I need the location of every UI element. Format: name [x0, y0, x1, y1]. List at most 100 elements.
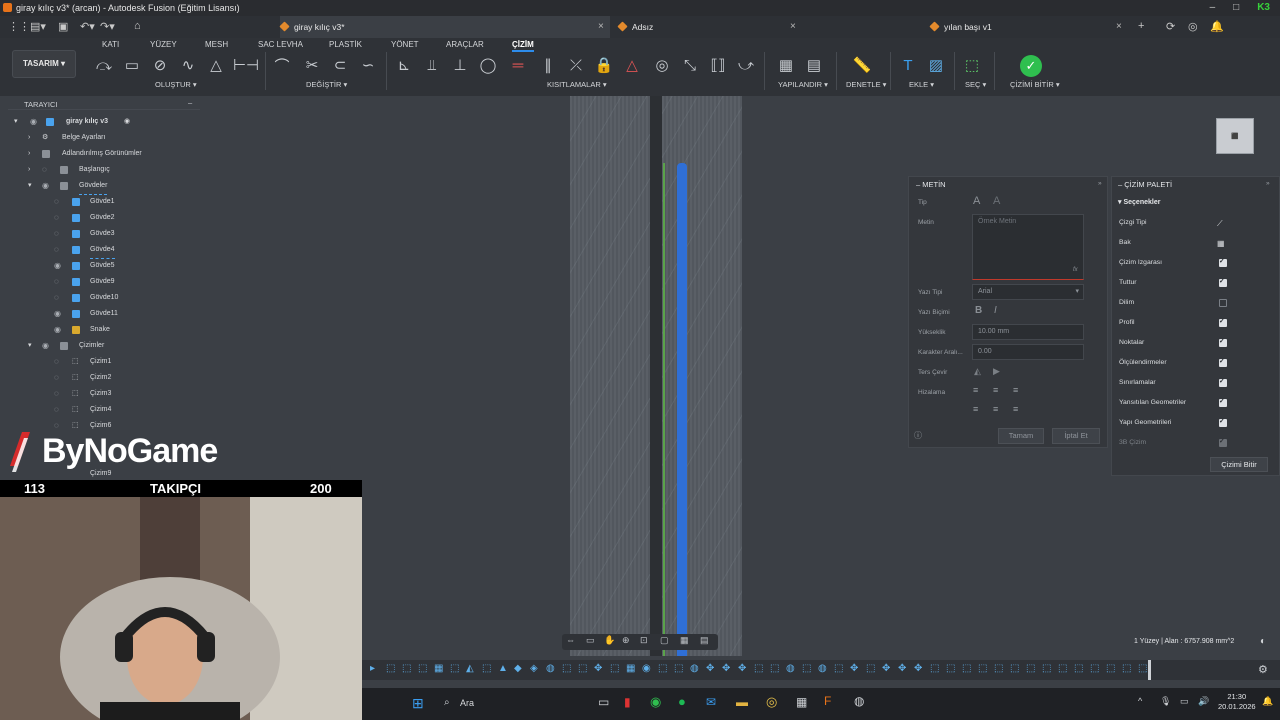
- circle-tool-icon[interactable]: ⊘: [150, 55, 170, 75]
- select-icon[interactable]: ⬚: [962, 55, 982, 75]
- apps-grid-icon[interactable]: ⋮⋮: [8, 20, 30, 33]
- timeline-feature-icon[interactable]: ⬚: [450, 663, 459, 674]
- measure-icon[interactable]: 📏: [852, 55, 872, 75]
- configure-table-icon[interactable]: ▤: [804, 55, 824, 75]
- jobs-icon[interactable]: ◎: [1188, 20, 1198, 33]
- height-input[interactable]: 10.00 mm: [972, 324, 1084, 340]
- visibility-eye-icon[interactable]: ◌: [54, 210, 59, 226]
- status-settings-icon[interactable]: ◐: [1260, 636, 1266, 647]
- configure-cube-icon[interactable]: ▦: [776, 55, 796, 75]
- visibility-eye-icon[interactable]: ◌: [42, 162, 47, 178]
- timeline-feature-icon[interactable]: ◭: [466, 663, 474, 674]
- visibility-eye-icon[interactable]: ◉: [42, 178, 49, 194]
- collinear-icon[interactable]: ⫫: [422, 55, 442, 75]
- tab-sac-levha[interactable]: SAC LEVHA: [258, 40, 303, 49]
- fusion-taskbar-icon[interactable]: F: [824, 694, 831, 708]
- timeline-feature-icon[interactable]: ⬚: [946, 663, 955, 674]
- view-cube-icon[interactable]: ⬛: [1216, 118, 1254, 154]
- insert-text-icon[interactable]: T: [898, 55, 918, 75]
- text-on-path-icon[interactable]: A: [993, 195, 1000, 207]
- visibility-eye-icon[interactable]: ◉: [42, 338, 49, 354]
- timeline-feature-icon[interactable]: ⬚: [1026, 663, 1035, 674]
- timeline-feature-icon[interactable]: ⬚: [658, 663, 667, 674]
- folder-icon[interactable]: ▬: [736, 695, 748, 709]
- timeline-bar[interactable]: ▸ ⬚ ⬚ ⬚ ▦ ⬚ ◭ ⬚ ▲ ◆ ◈ ◍ ⬚ ⬚ ✥ ⬚ ▦ ◉ ⬚ ⬚ ◍ ✥ ✥ ✥ ⬚ ⬚ ◍ ⬚ ◍ ⬚ ✥ ⬚ ✥ ✥ ✥ ⬚ ⬚ ⬚ ⬚ ⬚…: [362, 660, 1280, 680]
- viewports-icon[interactable]: ▤: [700, 635, 709, 646]
- timeline-feature-icon[interactable]: ⬚: [962, 663, 971, 674]
- timeline-marker[interactable]: [1148, 660, 1151, 680]
- timeline-feature-icon[interactable]: ⬚: [610, 663, 619, 674]
- timeline-feature-icon[interactable]: ⬚: [386, 663, 395, 674]
- save-icon[interactable]: ▣: [58, 20, 68, 33]
- palette-option-checkbox[interactable]: [1219, 417, 1227, 427]
- timeline-feature-icon[interactable]: ⬚: [482, 663, 491, 674]
- line-tool-icon[interactable]: ⤼: [94, 55, 114, 75]
- timeline-feature-icon[interactable]: ✥: [914, 663, 922, 674]
- taskbar-search-icon[interactable]: ⌕: [444, 697, 450, 708]
- linetype-icon[interactable]: ⟋: [1217, 219, 1223, 229]
- midpoint-icon[interactable]: ⤫: [566, 55, 586, 75]
- volume-icon[interactable]: 🔊: [1198, 696, 1209, 707]
- timeline-feature-icon[interactable]: ⬚: [994, 663, 1003, 674]
- timeline-feature-icon[interactable]: ✥: [594, 663, 602, 674]
- bold-icon[interactable]: B: [975, 305, 982, 316]
- network-icon[interactable]: ▭: [1180, 696, 1189, 707]
- expand-icon[interactable]: ▾: [28, 338, 32, 354]
- insert-image-icon[interactable]: ▨: [926, 55, 946, 75]
- timeline-feature-icon[interactable]: ◆: [514, 663, 522, 674]
- palette-option-checkbox[interactable]: [1219, 337, 1227, 347]
- tangent-icon[interactable]: ◯: [478, 55, 498, 75]
- timeline-feature-icon[interactable]: ◍: [546, 663, 555, 674]
- visibility-eye-icon[interactable]: ◌: [54, 242, 59, 258]
- symmetric-icon[interactable]: △: [622, 55, 642, 75]
- timeline-feature-icon[interactable]: ✥: [850, 663, 858, 674]
- close-tab-icon[interactable]: ×: [598, 16, 604, 38]
- collapse-browser-icon[interactable]: –: [188, 98, 192, 107]
- options-section[interactable]: ▾ Seçenekler: [1118, 198, 1160, 206]
- tray-chevron-icon[interactable]: ^: [1138, 696, 1142, 706]
- font-select[interactable]: Arial ▾: [972, 284, 1084, 300]
- offset-tool-icon[interactable]: ⊂: [330, 55, 350, 75]
- visibility-eye-icon[interactable]: ◌: [54, 370, 59, 386]
- palette-option-checkbox[interactable]: [1219, 357, 1227, 367]
- horizontal-vertical-icon[interactable]: ⤡: [680, 55, 700, 75]
- fix-lock-icon[interactable]: 🔒: [594, 55, 614, 75]
- align-right-icon[interactable]: ≡: [1013, 385, 1018, 395]
- align-left-icon[interactable]: ≡: [973, 385, 978, 395]
- align-top-icon[interactable]: ≡: [973, 404, 978, 414]
- fit-icon[interactable]: ⊡: [640, 635, 648, 646]
- timeline-feature-icon[interactable]: ▦: [434, 663, 443, 674]
- timeline-feature-icon[interactable]: ⬚: [578, 663, 587, 674]
- expand-icon[interactable]: ›: [28, 146, 30, 162]
- flip-vertical-icon[interactable]: ▶: [993, 366, 1000, 377]
- palette-option-checkbox[interactable]: [1219, 317, 1227, 327]
- whatsapp-icon[interactable]: ◉: [650, 694, 661, 710]
- finish-sketch-menu[interactable]: ÇİZİMİ BİTİR ▾: [1010, 80, 1060, 89]
- redo-icon[interactable]: ↷▾: [100, 20, 115, 33]
- dialog-menu-icon[interactable]: »: [1098, 180, 1102, 187]
- obs-icon[interactable]: ◍: [854, 694, 864, 708]
- timeline-feature-icon[interactable]: ◉: [642, 663, 651, 674]
- minimize-icon[interactable]: –: [1210, 0, 1216, 16]
- timeline-feature-icon[interactable]: ✥: [722, 663, 730, 674]
- visibility-eye-icon[interactable]: ◌: [54, 274, 59, 290]
- expand-icon[interactable]: ▾: [14, 114, 18, 130]
- close-icon[interactable]: K3: [1257, 0, 1270, 16]
- create-menu[interactable]: OLUŞTUR ▾: [155, 80, 197, 89]
- selected-face-highlight[interactable]: [677, 163, 687, 656]
- palette-option-checkbox[interactable]: [1219, 257, 1227, 267]
- palette-option-checkbox[interactable]: [1219, 437, 1227, 447]
- visibility-eye-icon[interactable]: ◉: [54, 306, 61, 322]
- mic-icon[interactable]: 🎙: [1160, 696, 1171, 707]
- timeline-feature-icon[interactable]: ⬚: [978, 663, 987, 674]
- spotify-icon[interactable]: ●: [678, 694, 686, 709]
- flip-horizontal-icon[interactable]: ◭: [974, 366, 981, 377]
- expand-icon[interactable]: ▾: [28, 178, 32, 194]
- timeline-feature-icon[interactable]: ⬚: [1042, 663, 1051, 674]
- ok-button[interactable]: Tamam: [998, 428, 1044, 444]
- display-settings-icon[interactable]: ▢: [660, 635, 669, 646]
- tab-adsiz[interactable]: Adsız ×: [617, 16, 798, 38]
- timeline-feature-icon[interactable]: ⬚: [802, 663, 811, 674]
- timeline-feature-icon[interactable]: ⬚: [866, 663, 875, 674]
- timeline-feature-icon[interactable]: ⬚: [1138, 663, 1147, 674]
